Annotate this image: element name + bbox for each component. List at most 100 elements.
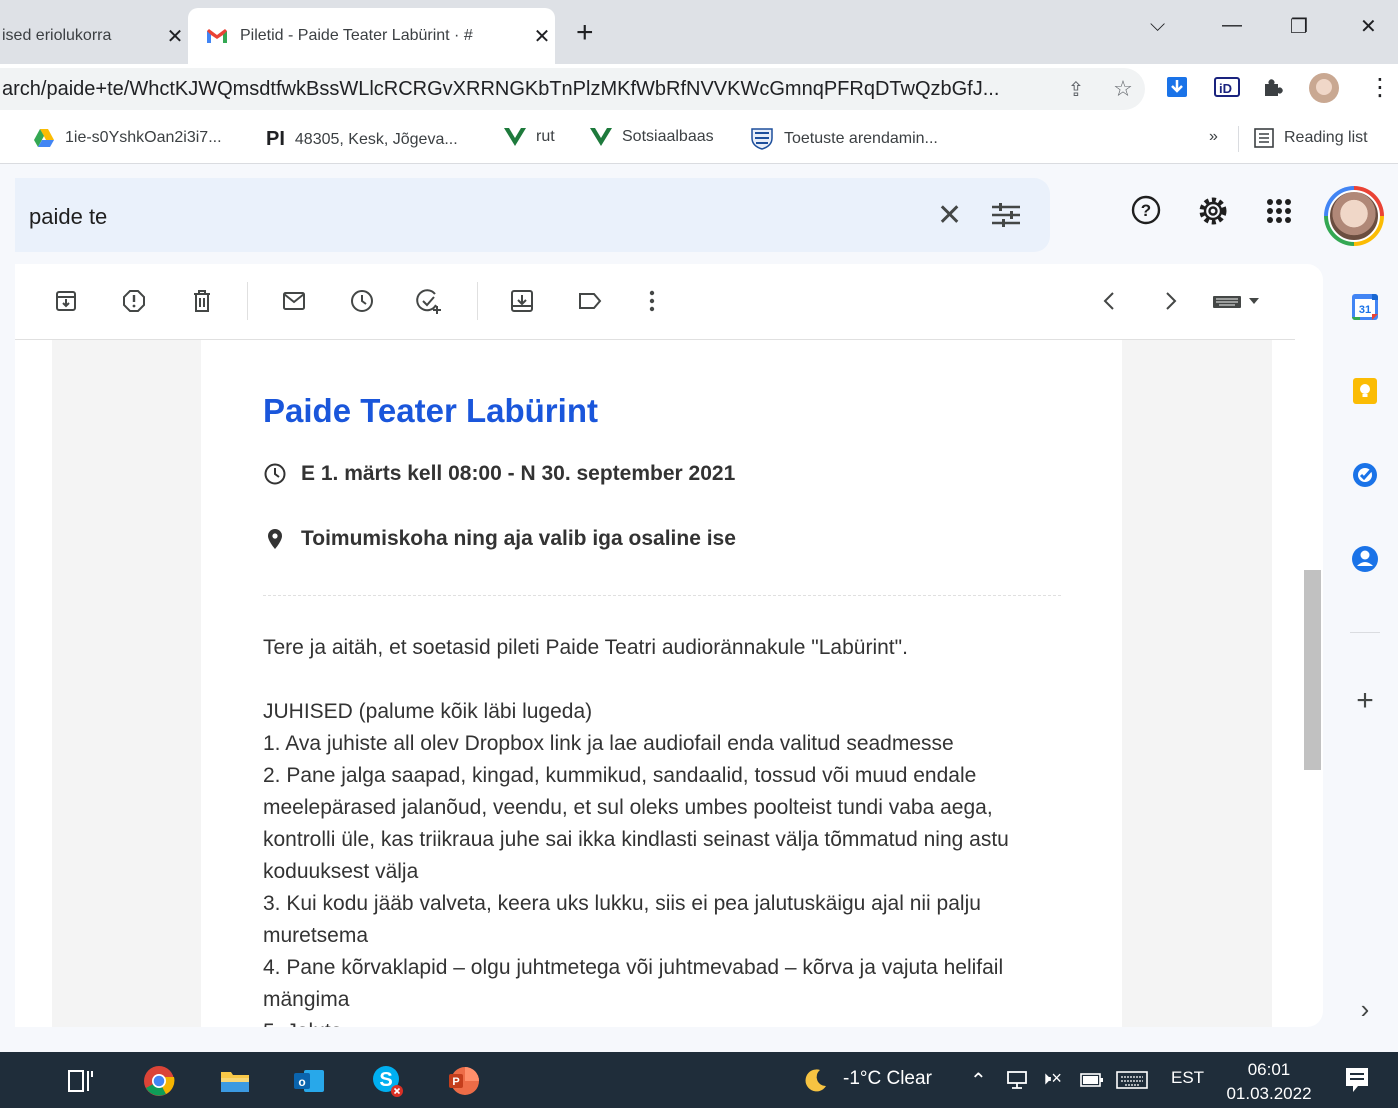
- chevron-right-icon[interactable]: [1157, 288, 1183, 314]
- move-to-icon[interactable]: [509, 288, 535, 314]
- snooze-clock-icon[interactable]: [349, 288, 375, 314]
- mark-unread-icon[interactable]: [281, 288, 307, 314]
- skype-icon[interactable]: S: [370, 1064, 404, 1098]
- id-card-extension-icon[interactable]: iD: [1214, 76, 1240, 103]
- bookmarks-overflow-button[interactable]: »: [1209, 128, 1218, 146]
- gmail-app: paide te ✕ ? Paide Teater Labürint E 1. …: [0, 164, 1398, 1052]
- event-date: E 1. märts kell 08:00 - N 30. september …: [301, 462, 736, 485]
- bookmark-label: rut: [536, 128, 555, 145]
- battery-icon[interactable]: [1080, 1073, 1104, 1087]
- message-body-frame: Paide Teater Labürint E 1. märts kell 08…: [52, 340, 1272, 1027]
- content-divider: [263, 595, 1061, 596]
- settings-gear-icon[interactable]: [1196, 194, 1230, 228]
- event-title[interactable]: Paide Teater Labürint: [263, 392, 598, 430]
- reading-list-button[interactable]: Reading list: [1254, 128, 1368, 148]
- search-options-icon[interactable]: [990, 200, 1022, 230]
- tab-inactive[interactable]: ised eriolukorra ✕: [0, 8, 188, 64]
- clock-date: 01.03.2022: [1226, 1084, 1312, 1103]
- search-input[interactable]: paide te: [29, 204, 107, 230]
- overflow-label: »: [1209, 128, 1218, 145]
- message-action-bar: [15, 264, 1295, 340]
- apps-grid-icon[interactable]: [1266, 198, 1292, 224]
- chevron-up-icon[interactable]: ⌃: [970, 1068, 987, 1093]
- help-icon[interactable]: ?: [1130, 194, 1162, 226]
- expand-panel-chevron-icon[interactable]: ›: [1350, 994, 1380, 1024]
- file-explorer-icon[interactable]: [218, 1064, 252, 1098]
- touch-keyboard-icon[interactable]: [1116, 1070, 1148, 1090]
- body-line: 4. Pane kõrvaklapid – olgu juhtmetega võ…: [263, 956, 1004, 1011]
- url-text[interactable]: arch/paide+te/WhctKJWQmsdtfwkBssWLlcRCRG…: [0, 78, 1051, 101]
- google-drive-icon: [34, 129, 54, 147]
- volume-muted-icon[interactable]: 🕨×: [1040, 1068, 1062, 1089]
- minimize-button[interactable]: —: [1222, 14, 1242, 37]
- powerpoint-icon[interactable]: P: [446, 1064, 480, 1098]
- close-icon[interactable]: ✕: [162, 24, 188, 49]
- side-panel-divider: [1350, 632, 1380, 633]
- add-to-tasks-icon[interactable]: [415, 288, 441, 314]
- bookmark-item[interactable]: Sotsiaalbaas: [590, 128, 714, 146]
- window-close-button[interactable]: ✕: [1360, 14, 1377, 39]
- reading-list-label: Reading list: [1284, 129, 1368, 146]
- chevron-down-icon[interactable]: ⌵: [1150, 14, 1165, 37]
- outlook-icon[interactable]: o: [292, 1064, 326, 1098]
- star-icon[interactable]: ☆: [1101, 76, 1145, 102]
- share-icon[interactable]: ⇪: [1051, 77, 1101, 102]
- more-options-icon[interactable]: [639, 288, 665, 314]
- email-body: Tere ja aitäh, et soetasid pileti Paide …: [263, 632, 1063, 1027]
- body-line: 3. Kui kodu jääb valveta, keera uks lukk…: [263, 892, 981, 947]
- event-date-row: E 1. märts kell 08:00 - N 30. september …: [263, 462, 735, 486]
- svg-text:iD: iD: [1219, 81, 1232, 96]
- report-spam-icon[interactable]: [121, 288, 147, 314]
- input-language[interactable]: EST: [1171, 1068, 1204, 1088]
- clear-search-icon[interactable]: ✕: [937, 198, 962, 233]
- extensions-puzzle-icon[interactable]: [1262, 76, 1284, 103]
- tab-title: ised eriolukorra: [2, 27, 112, 44]
- location-pin-icon: [268, 529, 282, 549]
- download-extension-icon[interactable]: [1166, 76, 1188, 103]
- scrollbar-thumb[interactable]: [1304, 570, 1321, 770]
- profile-avatar[interactable]: [1308, 72, 1340, 109]
- bookmark-label: Sotsiaalbaas: [622, 128, 714, 145]
- chevron-left-icon[interactable]: [1097, 288, 1123, 314]
- body-line: 5. Jaluta: [263, 1016, 1063, 1027]
- add-addon-icon[interactable]: +: [1350, 686, 1380, 716]
- delete-icon[interactable]: [189, 288, 215, 314]
- restore-button[interactable]: ❐: [1290, 14, 1308, 39]
- side-panel: 31 + ›: [1330, 264, 1398, 1027]
- tasks-icon[interactable]: [1350, 460, 1380, 490]
- label-icon[interactable]: [577, 288, 603, 314]
- toolbar-separator: [477, 282, 478, 320]
- body-line: 1. Ava juhiste all olev Dropbox link ja …: [263, 732, 954, 755]
- keyboard-icon[interactable]: [1211, 288, 1267, 314]
- search-bar[interactable]: paide te ✕: [15, 178, 1050, 252]
- vue-icon: [590, 128, 612, 146]
- contacts-icon[interactable]: [1350, 544, 1380, 574]
- address-bar[interactable]: arch/paide+te/WhctKJWQmsdtfwkBssWLlcRCRG…: [0, 68, 1145, 110]
- weather-text[interactable]: -1°C Clear: [843, 1068, 932, 1090]
- notification-icon[interactable]: [1344, 1066, 1370, 1094]
- svg-text:P: P: [452, 1076, 459, 1088]
- bookmark-item[interactable]: 1ie-s0YshkOan2i3i7...: [33, 128, 222, 148]
- event-location-row: Toimumiskoha ning aja valib iga osaline …: [263, 527, 736, 551]
- close-icon[interactable]: ✕: [529, 24, 555, 49]
- account-avatar[interactable]: [1324, 186, 1384, 246]
- svg-text:S: S: [379, 1069, 392, 1091]
- tab-title: Piletid - Paide Teater Labürint · #: [240, 27, 473, 44]
- task-view-icon[interactable]: [64, 1064, 98, 1098]
- calendar-day: 31: [1359, 304, 1371, 316]
- keep-icon[interactable]: [1350, 376, 1380, 406]
- archive-icon[interactable]: [53, 288, 79, 314]
- network-icon[interactable]: [1006, 1070, 1028, 1090]
- clock[interactable]: 06:01 01.03.2022: [1222, 1058, 1316, 1106]
- calendar-icon[interactable]: 31: [1350, 292, 1380, 322]
- new-tab-button[interactable]: +: [576, 18, 594, 48]
- body-line: JUHISED (palume kõik läbi lugeda): [263, 700, 593, 723]
- tab-active[interactable]: Piletid - Paide Teater Labürint · # ✕: [188, 8, 555, 64]
- bookmark-item[interactable]: rut: [504, 128, 555, 146]
- bookmark-item[interactable]: PI 48305, Kesk, Jõgeva...: [266, 128, 458, 151]
- bookmarks-bar: 1ie-s0YshkOan2i3i7... PI 48305, Kesk, Jõ…: [0, 114, 1398, 164]
- bookmark-item[interactable]: Toetuste arendamin...: [750, 128, 938, 150]
- kebab-menu-icon[interactable]: ⋮: [1368, 76, 1392, 100]
- chrome-icon[interactable]: [142, 1064, 176, 1098]
- browser-toolbar: arch/paide+te/WhctKJWQmsdtfwkBssWLlcRCRG…: [0, 64, 1398, 114]
